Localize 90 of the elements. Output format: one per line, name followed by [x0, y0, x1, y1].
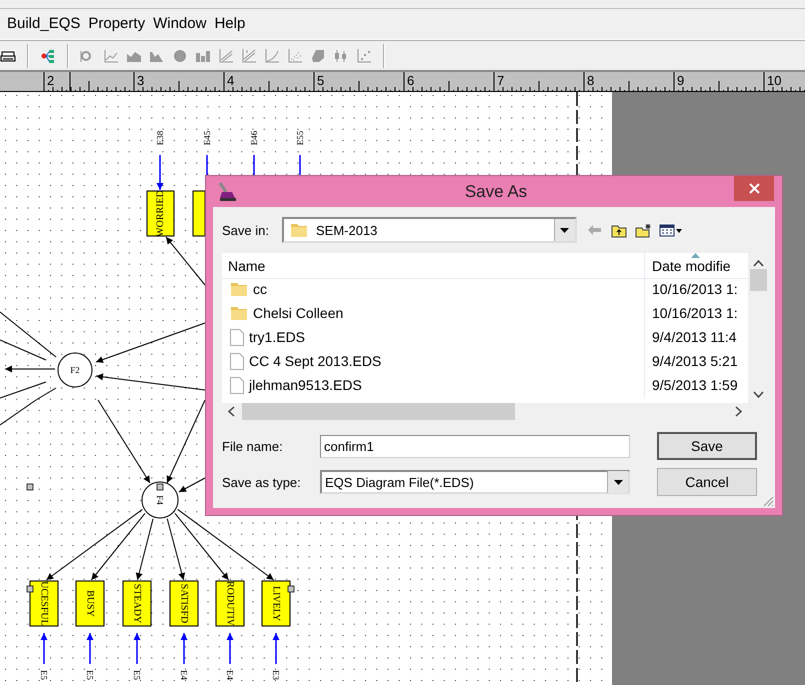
file-icon: [230, 328, 244, 346]
ruler-number: 4: [227, 73, 234, 88]
resize-grip-icon[interactable]: [762, 495, 774, 507]
indicator-box[interactable]: [76, 580, 104, 626]
error-label: E5: [85, 670, 95, 680]
file-name[interactable]: Chelsi Colleen: [222, 301, 644, 325]
dot-chart-icon[interactable]: [356, 48, 372, 64]
up-folder-icon[interactable]: [610, 222, 627, 238]
menu-item[interactable]: Window: [150, 13, 212, 34]
indicator-box[interactable]: [146, 190, 174, 236]
ruler-number: 2: [47, 73, 54, 88]
file-name[interactable]: jlehman9513.EDS: [222, 373, 644, 397]
factor-circle[interactable]: [58, 352, 92, 388]
node-diagram-icon[interactable]: [40, 48, 56, 64]
file-name[interactable]: cc: [222, 277, 644, 301]
menu-item[interactable]: Help: [211, 13, 250, 34]
indicator-box[interactable]: [216, 580, 244, 626]
folder-icon: [290, 222, 308, 238]
dialog-button[interactable]: Cancel: [657, 468, 757, 496]
indicator-label: BUSY: [84, 590, 96, 617]
path-arrow: [166, 236, 206, 286]
error-label: E46: [249, 130, 259, 146]
folder-dropdown[interactable]: SEM-2013: [282, 217, 577, 243]
menu-item[interactable]: Property: [85, 13, 150, 34]
error-label: E38: [155, 130, 165, 146]
indicator-label: UCESFUL: [38, 581, 50, 626]
error-arrow: [226, 633, 234, 664]
scroll-up-icon[interactable]: [752, 259, 764, 267]
indicator-box[interactable]: [262, 580, 290, 626]
selection-handle[interactable]: [156, 484, 164, 490]
ruler-number: 6: [407, 73, 414, 88]
folder-icon: [230, 305, 248, 321]
factor-circle[interactable]: [142, 482, 178, 518]
column-header[interactable]: Name: [222, 253, 644, 279]
ruler-number: 9: [677, 73, 684, 88]
error-arrow: [156, 155, 164, 190]
error-label: E5: [132, 670, 142, 680]
selection-handle[interactable]: [288, 586, 294, 592]
scroll-thumb[interactable]: [750, 269, 766, 291]
dialog-button[interactable]: Save: [657, 432, 757, 460]
error-label: E3: [271, 670, 281, 680]
error-label: E5: [39, 670, 49, 680]
indicator-box[interactable]: [30, 580, 58, 626]
ruler-number: 3: [137, 73, 144, 88]
field-label: Save as type:: [222, 474, 302, 490]
scroll-down-icon[interactable]: [752, 391, 764, 399]
ruler-number: 8: [587, 73, 594, 88]
field-label: File name:: [222, 438, 284, 454]
indicator-box[interactable]: [192, 190, 206, 236]
error-arrow: [272, 633, 280, 664]
caret-icon: [560, 228, 570, 232]
error-arrow: [86, 633, 94, 664]
file-name-field[interactable]: confirm1: [320, 434, 630, 458]
scroll-thumb[interactable]: [242, 403, 515, 420]
indicator-label: LIVELY: [270, 586, 282, 622]
file-icon: [230, 376, 244, 394]
factor-label: F2: [70, 365, 80, 375]
file-type-dropdown[interactable]: EQS Diagram File(*.EDS): [320, 470, 630, 494]
ruler-number: 10: [767, 73, 782, 88]
indicator-label: STEADY: [132, 584, 142, 624]
close-button[interactable]: [734, 176, 774, 201]
new-folder-icon[interactable]: [634, 222, 651, 238]
close-icon: [748, 183, 760, 194]
field-label: Save in:: [222, 222, 269, 238]
selection-handle[interactable]: [26, 484, 34, 490]
indicator-label: RODUTIV: [224, 581, 236, 626]
caret-icon: [614, 480, 622, 484]
folder-icon: [230, 281, 248, 297]
ruler-number: 5: [317, 73, 324, 88]
error-label: E45: [202, 130, 212, 146]
error-arrow: [40, 633, 48, 664]
error-label: E4: [225, 670, 235, 680]
error-label: E4: [179, 670, 189, 680]
app-icon: [216, 182, 238, 202]
file-name[interactable]: CC 4 Sept 2013.EDS: [222, 349, 644, 373]
menu-item[interactable]: Build_EQS: [4, 13, 86, 34]
error-arrow: [180, 633, 188, 664]
error-arrow: [134, 633, 140, 664]
indicator-box[interactable]: [170, 580, 198, 626]
dialog-title: Save As: [464, 182, 528, 202]
view-menu-icon[interactable]: [658, 222, 683, 238]
error-label: E55: [295, 130, 305, 146]
factor-label: F4: [155, 495, 165, 505]
indicator-label: SATISFD: [178, 584, 190, 624]
file-name[interactable]: try1.EDS: [222, 325, 644, 349]
path-arrow: [4, 366, 56, 372]
indicator-box[interactable]: [122, 580, 152, 626]
file-icon: [230, 352, 244, 370]
ruler-number: 7: [497, 73, 504, 88]
selection-handle[interactable]: [26, 586, 34, 592]
